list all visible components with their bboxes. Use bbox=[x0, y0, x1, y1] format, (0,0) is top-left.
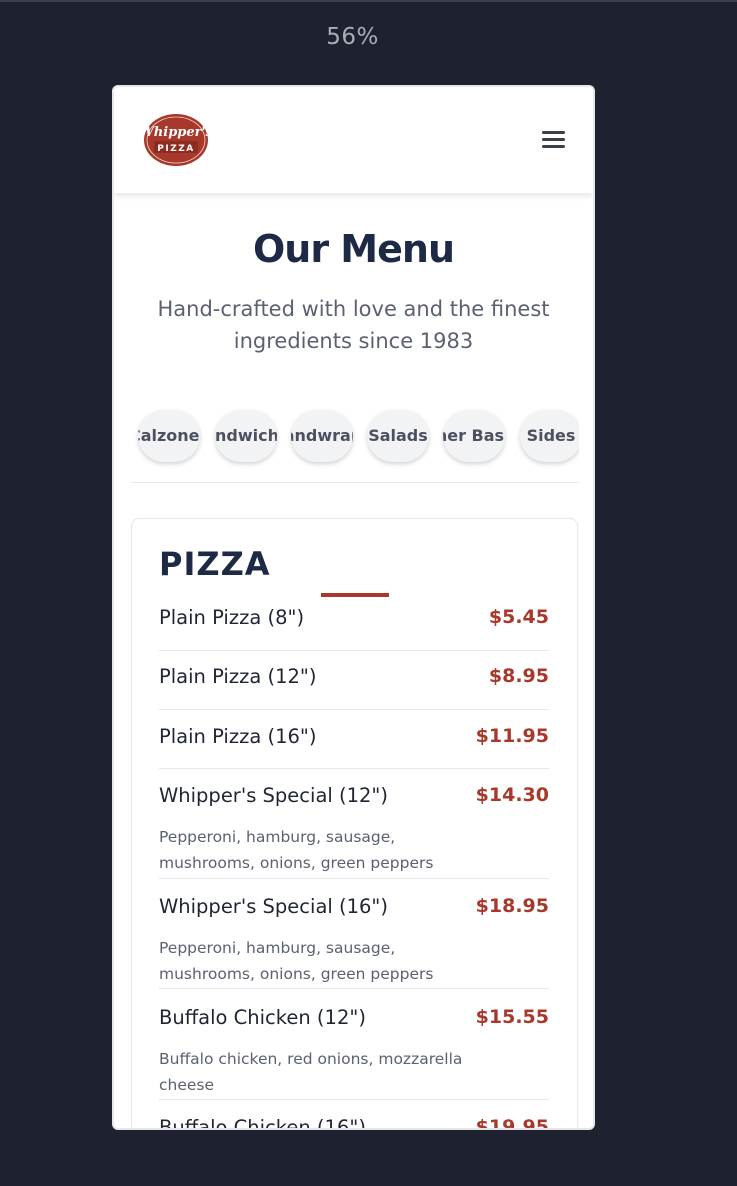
hamburger-icon-bar bbox=[542, 145, 565, 148]
menu-item-price: $11.95 bbox=[475, 725, 549, 747]
menu-item-price: $14.30 bbox=[475, 784, 549, 806]
category-label: Sandwraps bbox=[291, 426, 353, 445]
category-label: Sandwiches bbox=[215, 426, 277, 445]
menu-item[interactable]: Buffalo Chicken (12") $15.55 Buffalo chi… bbox=[159, 1006, 549, 1100]
menu-item-name: Whipper's Special (12") bbox=[159, 784, 389, 807]
menu-item-description: Pepperoni, hamburg, sausage, mushrooms, … bbox=[159, 828, 434, 872]
category-label: Sides bbox=[526, 426, 576, 445]
category-label: Salads bbox=[368, 426, 428, 445]
menu-item[interactable]: Buffalo Chicken (16") $19.95 bbox=[159, 1116, 549, 1130]
page-subtitle: Hand-crafted with love and the finest in… bbox=[157, 297, 550, 353]
menu-item-description: Buffalo chicken, red onions, mozzarella … bbox=[159, 1050, 463, 1094]
menu-item-name: Buffalo Chicken (12") bbox=[159, 1006, 366, 1029]
window-top-border bbox=[0, 0, 737, 2]
category-pill-sandwraps[interactable]: Sandwraps bbox=[291, 410, 353, 462]
logo-script-text: Whipper's bbox=[142, 125, 210, 140]
hamburger-icon-bar bbox=[542, 131, 565, 134]
section-title-underline bbox=[321, 593, 389, 597]
whippers-pizza-logo[interactable]: Whipper's PIZZA bbox=[142, 109, 210, 167]
menu-item[interactable]: Plain Pizza (8") $5.45 bbox=[159, 606, 549, 651]
menu-item-price: $15.55 bbox=[475, 1006, 549, 1028]
menu-item[interactable]: Plain Pizza (12") $8.95 bbox=[159, 665, 549, 710]
page-title: Our Menu bbox=[252, 227, 455, 271]
category-pill-dinner-baskets[interactable]: Dinner Baskets bbox=[443, 410, 505, 462]
site-header: Whipper's PIZZA bbox=[114, 87, 593, 193]
hamburger-menu-button[interactable] bbox=[538, 125, 568, 153]
menu-item-price: $18.95 bbox=[475, 895, 549, 917]
mobile-viewport: Whipper's PIZZA Our Menu Hand-crafted wi… bbox=[112, 85, 595, 1130]
menu-item-name: Plain Pizza (12") bbox=[159, 665, 317, 688]
menu-item-price: $19.95 bbox=[475, 1116, 549, 1130]
menu-item-name: Whipper's Special (16") bbox=[159, 895, 389, 918]
category-pill-sandwiches[interactable]: Sandwiches bbox=[215, 410, 277, 462]
menu-item[interactable]: Plain Pizza (16") $11.95 bbox=[159, 725, 549, 769]
menu-item-price: $8.95 bbox=[488, 665, 549, 687]
menu-item-name: Buffalo Chicken (16") bbox=[159, 1116, 366, 1130]
category-pill-salads[interactable]: Salads bbox=[367, 410, 429, 462]
section-title: PIZZA bbox=[159, 545, 271, 583]
menu-item-name: Plain Pizza (16") bbox=[159, 725, 317, 748]
menu-item-description: Pepperoni, hamburg, sausage, mushrooms, … bbox=[159, 939, 434, 983]
menu-item[interactable]: Whipper's Special (16") $18.95 Pepperoni… bbox=[159, 895, 549, 989]
menu-item-name: Plain Pizza (8") bbox=[159, 606, 305, 629]
menu-item[interactable]: Whipper's Special (12") $14.30 Pepperoni… bbox=[159, 784, 549, 879]
logo-pizza-text: PIZZA bbox=[157, 144, 194, 154]
zoom-level-label: 56% bbox=[326, 24, 379, 50]
hamburger-icon-bar bbox=[542, 138, 565, 141]
category-label: Dinner Baskets bbox=[443, 426, 505, 445]
category-scroller[interactable]: Calzones Sandwiches Sandwraps Salads Din… bbox=[131, 392, 579, 483]
category-pill-calzones[interactable]: Calzones bbox=[138, 410, 200, 462]
category-pill-sides[interactable]: Sides bbox=[520, 410, 579, 462]
category-label: Calzones bbox=[138, 426, 200, 445]
menu-item-price: $5.45 bbox=[488, 606, 549, 628]
menu-section-card: PIZZA Plain Pizza (8") $5.45 Plain Pizza… bbox=[131, 518, 578, 1130]
